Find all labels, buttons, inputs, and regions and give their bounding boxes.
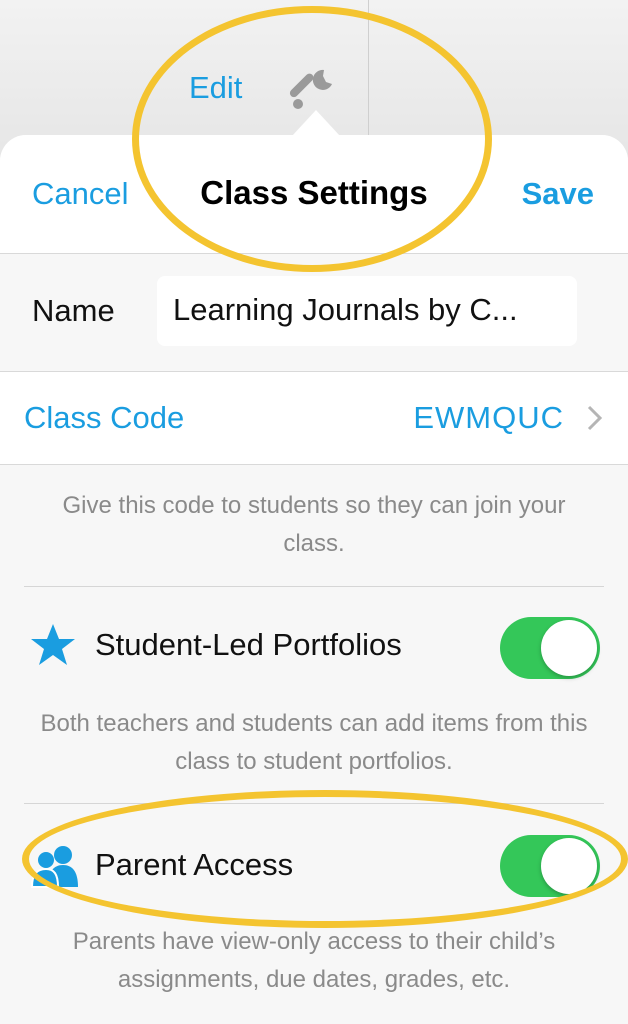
toggle-knob — [541, 620, 597, 676]
star-icon — [31, 624, 75, 665]
student-led-portfolios-row: Student-Led Portfolios — [0, 597, 628, 697]
class-code-label: Class Code — [24, 400, 185, 435]
class-code-value: EWMQUC — [413, 400, 564, 435]
chevron-right-icon — [587, 405, 603, 431]
class-code-row[interactable]: Class Code EWMQUC — [0, 372, 628, 465]
save-button[interactable]: Save — [522, 176, 594, 212]
parent-access-note: Parents have view-only access to their c… — [72, 928, 556, 993]
name-label: Name — [32, 293, 115, 328]
portfolios-note: Both teachers and students can add items… — [40, 710, 588, 775]
highlight-circle-parent-access — [22, 790, 628, 928]
student-led-portfolios-label: Student-Led Portfolios — [95, 627, 402, 662]
class-code-note: Give this code to students so they can j… — [62, 492, 566, 557]
student-led-portfolios-toggle[interactable] — [500, 617, 600, 679]
highlight-circle-title — [132, 6, 492, 272]
name-input[interactable]: Learning Journals by C... — [157, 276, 577, 346]
divider — [24, 586, 604, 587]
